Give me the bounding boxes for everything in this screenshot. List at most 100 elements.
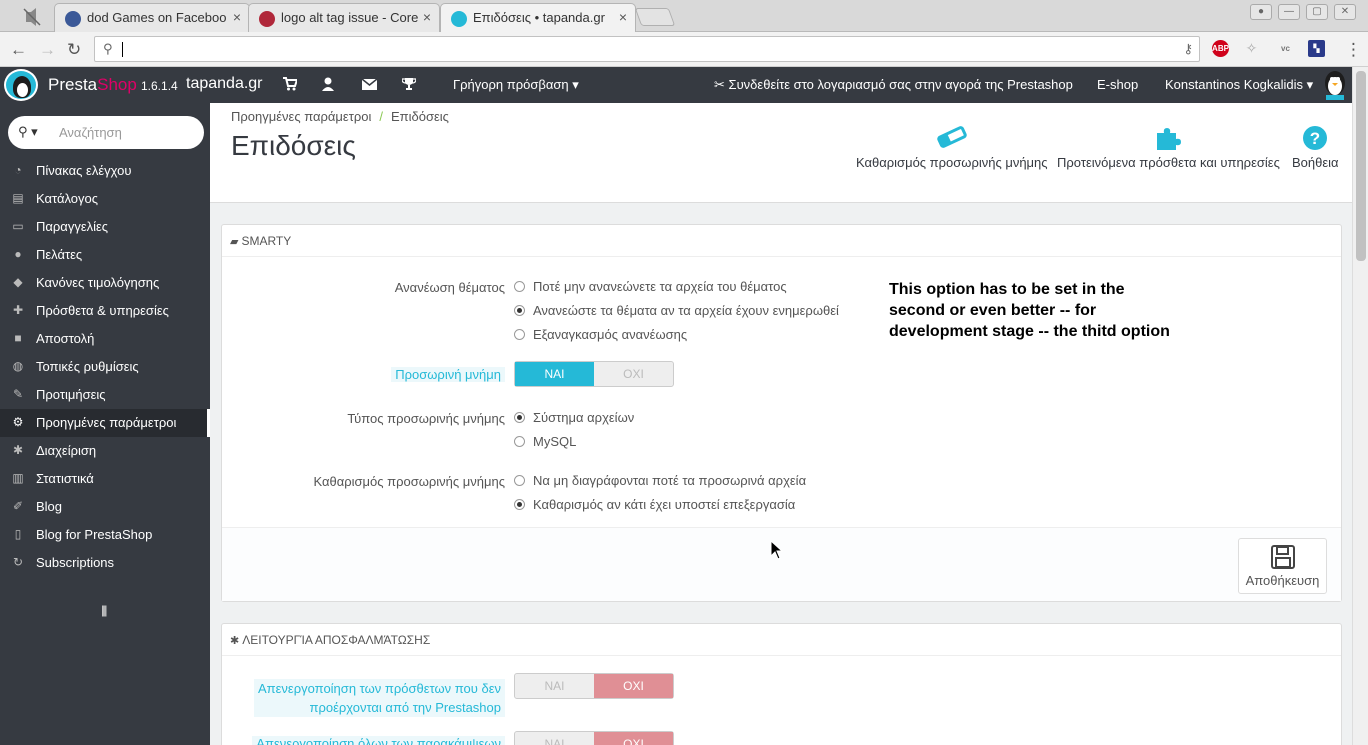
reload-icon[interactable]: ↻ [67,40,81,60]
minimize-icon[interactable]: — [1278,4,1300,20]
radio-button[interactable] [514,436,525,447]
cache-toggle[interactable]: ΝΑΙ ΟΧΙ [514,361,674,387]
disable-non-native-toggle[interactable]: ΝΑΙ ΟΧΙ [514,673,674,699]
sidebar-item[interactable]: ◆ Κανόνες τιμολόγησης [0,269,210,297]
yes-option[interactable]: ΝΑΙ [515,674,594,698]
radio-button-checked[interactable] [514,305,525,316]
quick-access-menu[interactable]: Γρήγορη πρόσβαση ▾ [453,77,579,93]
cache-type-filesystem[interactable]: Σύστημα αρχείων [514,410,634,425]
search-box[interactable]: ⚲ ▾ Αναζήτηση [8,116,204,149]
sidebar-item[interactable]: ◍ Τοπικές ρυθμίσεις [0,353,210,381]
breadcrumb-parent[interactable]: Προηγμένες παράμετροι [231,109,371,124]
disable-overrides-toggle[interactable]: ΝΑΙ ΟΧΙ [514,731,674,745]
extension-wand-icon[interactable]: ✧ [1243,40,1260,57]
radio-button[interactable] [514,329,525,340]
sidebar-item[interactable]: ● Πελάτες [0,241,210,269]
clear-cache-button[interactable]: Καθαρισμός προσωρινής μνήμης [856,125,1048,170]
sidebar-item-label: Subscriptions [36,555,115,570]
recommended-modules-button[interactable]: Προτεινόμενα πρόσθετα και υπηρεσίες [1057,125,1280,170]
collapse-menu-icon[interactable]: |||| [101,603,108,617]
sidebar-item[interactable]: ✐ Blog [0,493,210,521]
browser-tab[interactable]: logo alt tag issue - Core × [248,3,440,32]
sidebar-item[interactable]: ▭ Παραγγελίες [0,213,210,241]
clear-cache-on-edit[interactable]: Καθαρισμός αν κάτι έχει υποστεί επεξεργα… [514,497,795,512]
menu-icon[interactable]: ⋮ [1345,40,1362,60]
browser-tab[interactable]: dod Games on Faceboo × [54,3,250,32]
help-button[interactable]: ? Βοήθεια [1292,125,1339,170]
no-option[interactable]: ΟΧΙ [594,674,673,698]
recompile-option-never[interactable]: Ποτέ μην ανανεώνετε τα αρχεία του θέματο… [514,279,787,294]
close-tab-icon[interactable]: × [619,9,627,25]
sidebar-item-label: Κατάλογος [36,191,99,206]
cache-type-mysql[interactable]: MySQL [514,434,576,449]
recompile-option-if-updated[interactable]: Ανανεώστε τα θέματα αν τα αρχεία έχουν ε… [514,303,839,318]
key-icon[interactable]: ⚷ [1183,41,1193,57]
prestashop-logo[interactable] [4,69,38,101]
scrollbar-thumb[interactable] [1356,71,1366,261]
radio-button-checked[interactable] [514,499,525,510]
search-input[interactable]: Αναζήτηση [59,125,122,140]
new-tab-button[interactable] [634,8,676,26]
floppy-disk-icon [1239,545,1326,573]
cogs-icon: ⚙ [12,415,24,429]
trophy-icon[interactable] [401,77,417,94]
sidebar-item-label: Παραγγελίες [36,219,109,234]
user-icon[interactable]: ● [1250,4,1272,20]
no-option[interactable]: ΟΧΙ [594,732,673,745]
sidebar-item[interactable]: ▯ Blog for PrestaShop [0,521,210,549]
extension-flag-icon[interactable]: ▚ [1308,40,1325,57]
cache-type-label: Τύπος προσωρινής μνήμης [347,411,505,426]
pinned-tab[interactable] [12,4,52,30]
back-icon[interactable]: ← [10,40,27,60]
close-tab-icon[interactable]: × [233,9,241,25]
close-tab-icon[interactable]: × [423,9,431,25]
page-scrollbar[interactable] [1352,67,1368,745]
radio-button[interactable] [514,281,525,292]
globe-icon: ◍ [12,359,24,373]
radio-button-checked[interactable] [514,412,525,423]
eshop-link[interactable]: E-shop [1097,77,1138,92]
avatar[interactable] [1320,69,1350,101]
sidebar-item[interactable]: ✎ Προτιμήσεις [0,381,210,409]
brand-name: PrestaShop [48,75,137,94]
forward-icon[interactable]: → [39,40,56,60]
extension-vc-icon[interactable]: vc [1277,40,1294,57]
sidebar-item[interactable]: ↻ Subscriptions [0,549,210,577]
sidebar-item[interactable]: ▤ Κατάλογος [0,185,210,213]
address-bar[interactable]: ⚲ ⚷ [94,36,1200,62]
adblock-plus-icon[interactable]: ABP [1212,40,1229,57]
save-button[interactable]: Αποθήκευση [1238,538,1327,594]
cache-yes-option[interactable]: ΝΑΙ [515,362,594,386]
browser-tab-active[interactable]: Επιδόσεις • tapanda.gr × [440,3,636,32]
user-menu[interactable]: Konstantinos Kogkalidis ▾ [1165,77,1313,93]
addons-connect-link[interactable]: ✂ Συνδεθείτε στο λογαριασμό σας στην αγο… [714,77,1073,93]
maximize-icon[interactable]: ▢ [1306,4,1328,20]
wrench-icon: ✎ [12,387,24,401]
shop-name-link[interactable]: tapanda.gr [186,75,263,93]
radio-button[interactable] [514,475,525,486]
sidebar-item-label: Διαχείριση [36,443,97,458]
cart-icon[interactable] [283,77,299,94]
recompile-option-force[interactable]: Εξαναγκασμός ανανέωσης [514,327,687,342]
close-window-icon[interactable]: ✕ [1334,4,1356,20]
sidebar-item[interactable]: ■ Αποστολή [0,325,210,353]
sidebar-item-label: Πίνακας ελέγχου [36,163,132,178]
breadcrumb-current: Επιδόσεις [390,109,449,124]
sidebar-item[interactable]: ▥ Στατιστικά [0,465,210,493]
sidebar-item-label: Στατιστικά [36,471,94,486]
customer-icon[interactable] [322,77,334,94]
cache-label: Προσωρινή μνήμη [391,367,505,382]
sidebar-item[interactable]: ⚙ Προηγμένες παράμετροι [0,409,210,437]
version-label: 1.6.1.4 [141,79,178,93]
sidebar-item[interactable]: ✚ Πρόσθετα & υπηρεσίες [0,297,210,325]
tab-title: Επιδόσεις • tapanda.gr [473,10,605,25]
sidebar-item[interactable]: ✱ Διαχείριση [0,437,210,465]
disable-non-native-label: Απενεργοποίηση των πρόσθετων που δεν προέ… [253,679,505,717]
cache-no-option[interactable]: ΟΧΙ [594,362,673,386]
clear-cache-never[interactable]: Να μη διαγράφονται ποτέ τα προσωρινά αρχ… [514,473,806,488]
sidebar-item[interactable]: ◔ Πίνακας ελέγχου [0,157,210,185]
sidebar: ⚲ ▾ Αναζήτηση ◔ Πίνακας ελέγχου ▤ Κατάλογος… [0,103,210,745]
search-icon[interactable]: ⚲ ▾ [18,124,38,140]
envelope-icon[interactable] [361,77,378,93]
yes-option[interactable]: ΝΑΙ [515,732,594,745]
